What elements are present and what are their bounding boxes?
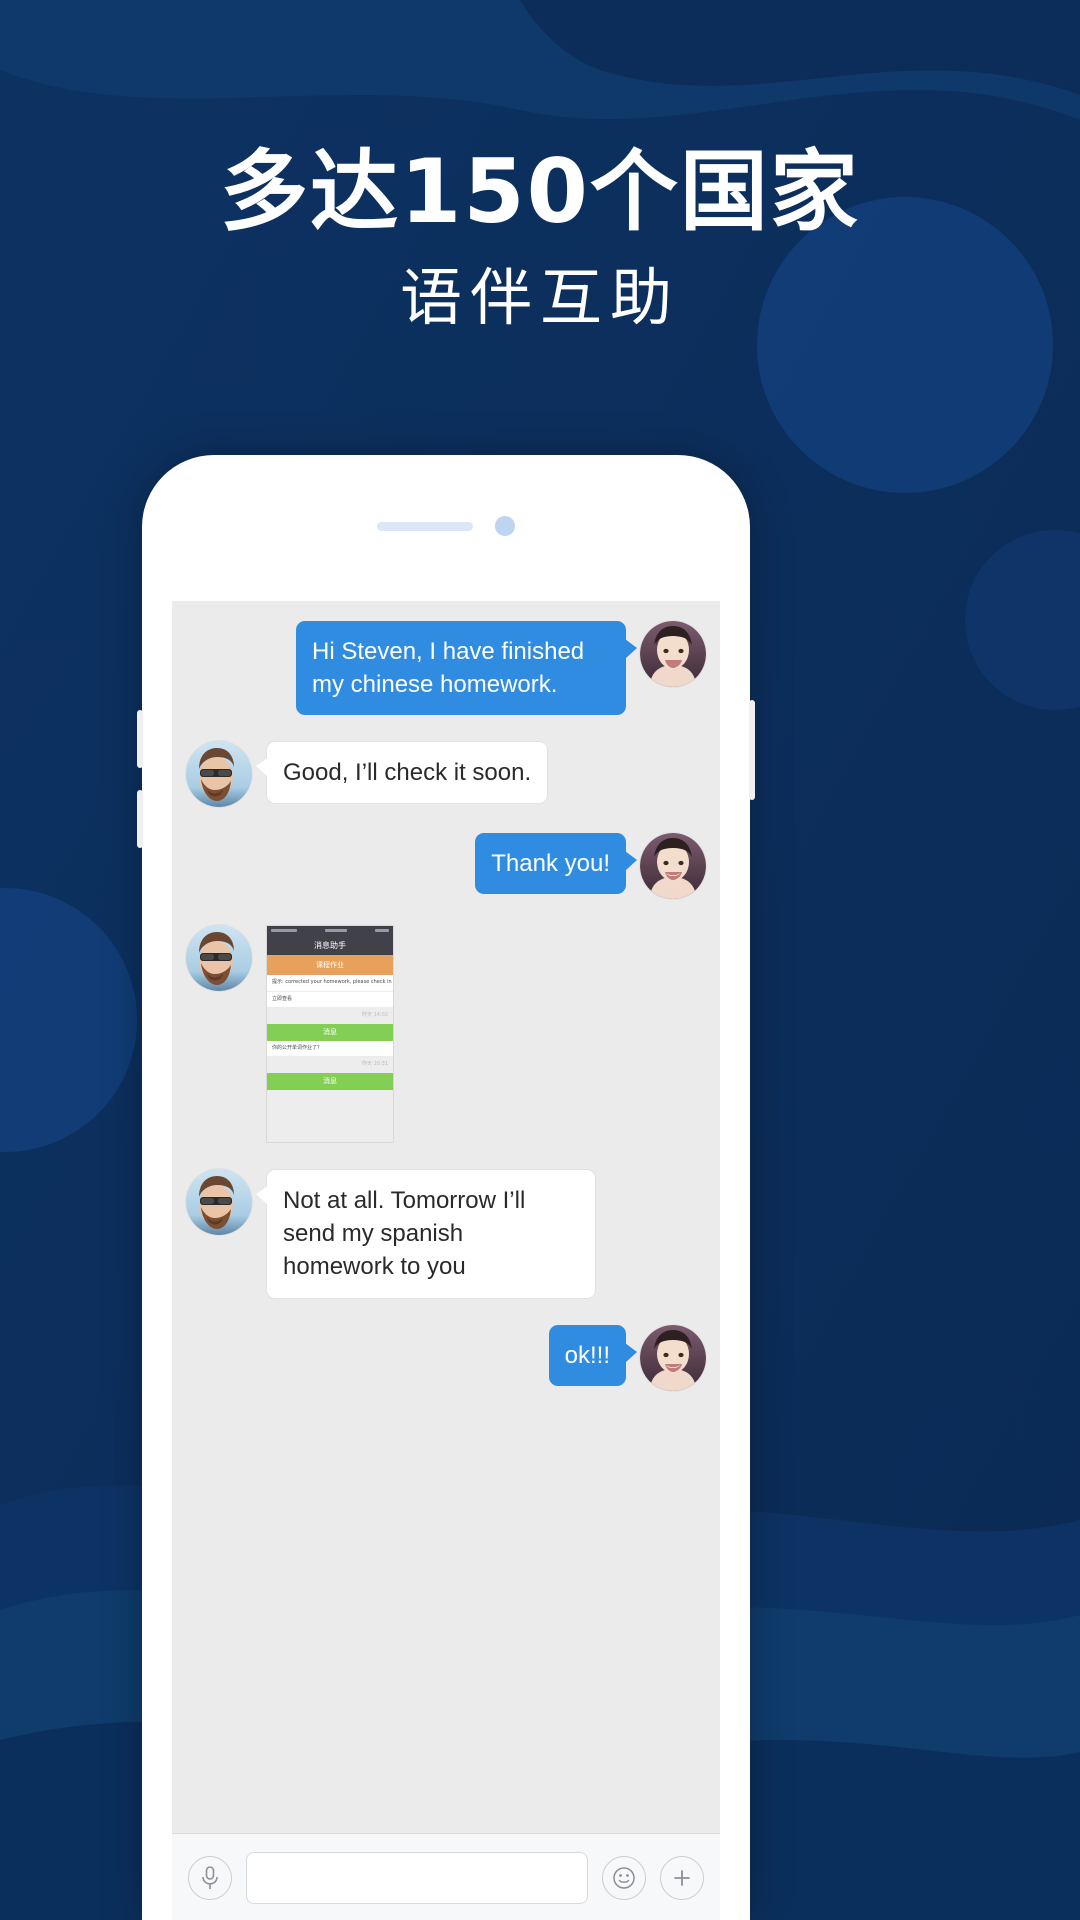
avatar-self[interactable] [640,621,706,687]
preview-meta-1: 昨天 14:02 [267,1008,393,1024]
avatar-woman-icon [640,621,706,687]
preview-time-text [325,929,347,933]
microphone-icon [202,1865,218,1889]
page-subtitle: 语伴互助 [399,261,680,335]
front-camera-icon [495,516,515,536]
phone-top-bezel [142,455,750,597]
volume-down-button[interactable] [137,790,143,848]
chat-bubble-outgoing[interactable]: Hi Steven, I have finished my chinese ho… [296,621,637,716]
preview-status-bar [267,926,393,936]
preview-green-button-2[interactable]: 消息 [267,1072,393,1090]
chat-bubble-incoming[interactable]: Not at all. Tomorrow I’ll send my spanis… [256,1169,596,1299]
chat-bubble-incoming[interactable]: Good, I’ll check it soon. [255,741,549,805]
preview-battery-icon [375,929,389,933]
plus-icon [674,1869,690,1886]
chat-bubble-image[interactable]: 消息助手 课程作业 提示: corrected your homework, p… [266,925,394,1144]
avatar-partner[interactable] [186,741,252,808]
preview-meta-2: 昨天 20:31 [267,1057,393,1073]
table-row: 消息助手 课程作业 提示: corrected your homework, p… [186,925,706,1144]
avatar-man-icon [186,925,252,992]
page-title: 多达150个国家 [220,140,860,243]
avatar-woman-icon [640,833,706,900]
message-text-input[interactable] [246,1851,588,1904]
smiley-icon [613,1866,635,1889]
preview-line-3: 你的公开单词作业了？ [267,1040,393,1058]
emoji-button[interactable] [602,1855,646,1900]
chat-bubble-outgoing[interactable]: ok!!! [548,1324,638,1386]
table-row: Not at all. Tomorrow I’ll send my spanis… [186,1169,706,1299]
preview-filler [267,1089,393,1143]
earpiece-speaker-icon [377,521,473,531]
preview-carrier-text [271,929,297,933]
preview-nav-title: 消息助手 [267,935,393,956]
avatar-self[interactable] [640,1324,706,1391]
avatar-woman-icon [640,1324,706,1391]
table-row: ok!!! [186,1324,706,1391]
chat-bubble-outgoing[interactable]: Thank you! [475,833,637,895]
add-attachment-button[interactable] [660,1855,704,1900]
avatar-man-icon [186,1169,252,1236]
phone-mockup: Hi Steven, I have finished my chinese ho… [137,455,755,1920]
message-input-bar [172,1833,720,1920]
phone-screen: Hi Steven, I have finished my chinese ho… [172,601,720,1920]
avatar-self[interactable] [640,833,706,900]
promo-copy: 多达150个国家 语伴互助 [0,140,1080,335]
table-row: Good, I’ll check it soon. [186,741,706,808]
avatar-man-icon [186,741,252,808]
voice-record-button[interactable] [188,1855,232,1900]
preview-orange-banner: 课程作业 [267,955,393,976]
power-button[interactable] [749,700,755,800]
avatar-partner[interactable] [186,925,252,992]
preview-line-1: 提示: corrected your homework, please chec… [267,975,393,992]
volume-up-button[interactable] [137,710,143,768]
screenshot-preview[interactable]: 消息助手 课程作业 提示: corrected your homework, p… [266,925,394,1144]
table-row: Hi Steven, I have finished my chinese ho… [186,621,706,716]
chat-message-list[interactable]: Hi Steven, I have finished my chinese ho… [172,601,720,1833]
preview-line-2: 立即查看 [267,991,393,1009]
preview-green-button-1[interactable]: 消息 [267,1023,393,1041]
table-row: Thank you! [186,833,706,900]
avatar-partner[interactable] [186,1169,252,1236]
